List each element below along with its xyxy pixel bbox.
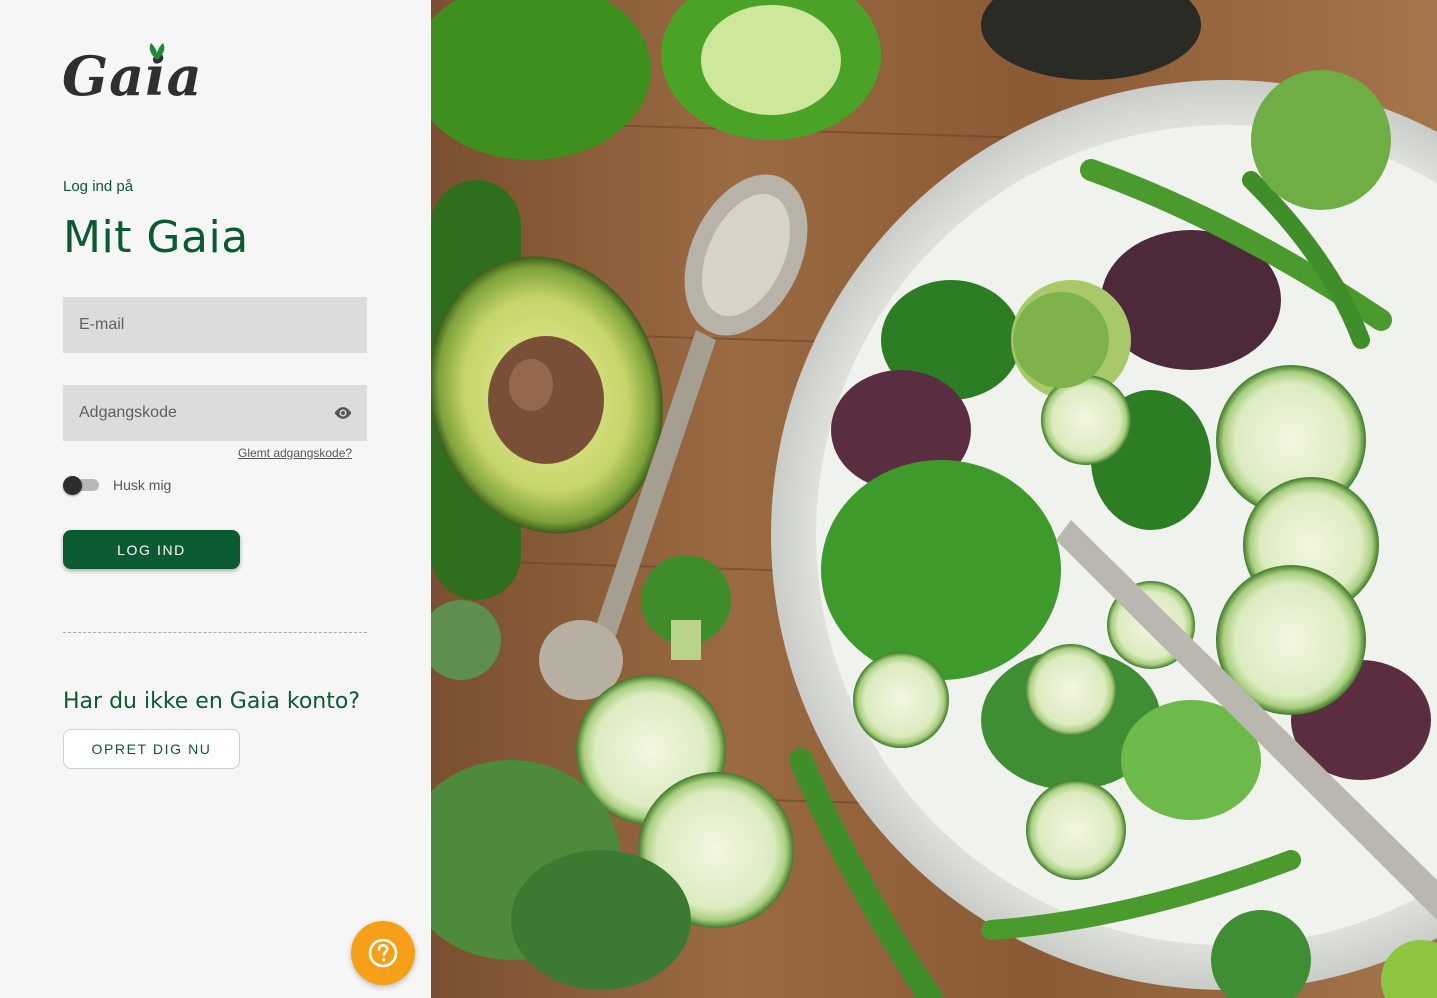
password-field-container bbox=[63, 385, 367, 441]
logo-wordmark: Gaia bbox=[62, 44, 203, 108]
signup-button[interactable]: OPRET DIG NU bbox=[63, 729, 240, 769]
eye-icon[interactable] bbox=[332, 403, 354, 423]
salad-photo-illustration bbox=[431, 0, 1437, 998]
login-button[interactable]: LOG IND bbox=[63, 530, 240, 569]
login-panel: Gaia Log ind på Mit Gaia Glemt adgangsko… bbox=[0, 0, 431, 998]
remember-me-label: Husk mig bbox=[113, 477, 172, 493]
login-subtitle: Log ind på bbox=[63, 178, 134, 195]
help-button[interactable] bbox=[351, 921, 415, 985]
question-icon bbox=[368, 938, 398, 968]
leaf-icon bbox=[149, 43, 165, 60]
email-field[interactable] bbox=[63, 297, 367, 353]
divider bbox=[63, 632, 367, 633]
hero-photo bbox=[431, 0, 1437, 998]
email-field-container bbox=[63, 297, 367, 353]
password-field[interactable] bbox=[63, 385, 367, 441]
toggle-knob bbox=[63, 476, 82, 495]
remember-me-toggle[interactable] bbox=[63, 476, 99, 495]
signup-heading: Har du ikke en Gaia konto? bbox=[63, 689, 361, 714]
page-title: Mit Gaia bbox=[63, 212, 249, 263]
gaia-logo: Gaia bbox=[62, 40, 222, 112]
forgot-password-link[interactable]: Glemt adgangskode? bbox=[238, 446, 352, 460]
